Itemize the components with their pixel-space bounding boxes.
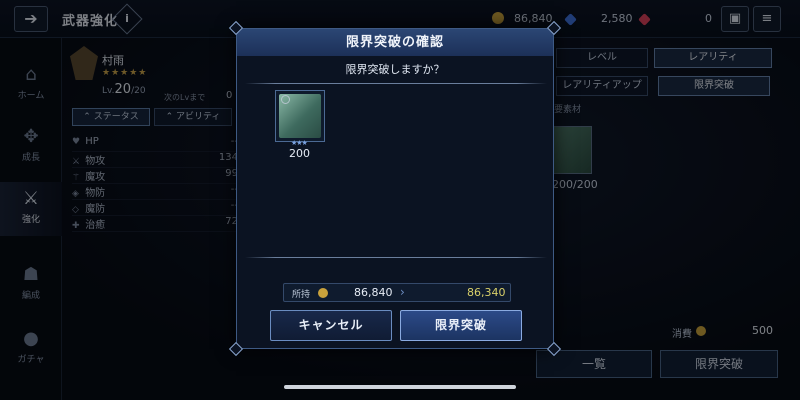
stat-row-heal: ✚ 治癒 72	[72, 216, 238, 232]
next-level-label: 次のLvまで	[164, 93, 206, 102]
staff-icon: ⚚	[72, 173, 81, 183]
page-title: 武器強化	[62, 14, 119, 29]
tab-rarity[interactable]: レアリティ	[654, 48, 772, 68]
item-count: 200	[289, 147, 310, 160]
home-icon: ⌂	[25, 64, 37, 85]
rarity-stars: ★★★★★	[102, 68, 148, 78]
red-crystal-icon	[638, 13, 651, 26]
menu-button[interactable]: ≡	[753, 6, 781, 32]
nav-label: ホーム	[17, 91, 45, 101]
tab-rarity-up[interactable]: レアリティアップ	[556, 76, 648, 96]
weapon-emblem-icon	[70, 46, 98, 80]
growth-icon: ✥	[23, 126, 39, 147]
home-indicator[interactable]	[284, 385, 516, 389]
stat-row-matk: ⚚ 魔攻 99	[72, 168, 238, 184]
magic-shield-icon: ◇	[72, 205, 79, 215]
sword-stat-icon: ⚔	[72, 157, 81, 167]
red-crystal-currency: 0	[638, 12, 712, 26]
nav-item-party[interactable]: ☗ 編成	[0, 258, 62, 312]
nav-label: ガチャ	[17, 355, 45, 365]
gold-currency: 86,840	[492, 12, 553, 25]
ring-icon	[281, 95, 290, 104]
material-label: 要素材	[554, 105, 582, 115]
confirm-dialog: 限界突破の確認 限界突破しますか？ ★★★ 200 所持 86,840 › 86…	[236, 28, 554, 349]
cost-label: 消費	[672, 329, 692, 340]
tab-status[interactable]: ⌃ ステータス	[72, 108, 150, 126]
crystal-amount: 2,580	[601, 12, 633, 25]
back-button[interactable]: ➔	[14, 6, 48, 32]
material-item[interactable]	[275, 90, 325, 142]
limit-break-button[interactable]: 限界突破	[660, 350, 778, 378]
gold-coin-icon	[318, 288, 328, 298]
nav-item-gacha[interactable]: ● ガチャ	[0, 322, 62, 376]
owned-after: 86,340	[467, 286, 506, 299]
stat-row-hp: ♥ HP --	[72, 136, 238, 152]
weapon-name: 村雨	[102, 54, 124, 67]
bag-icon: ▣	[728, 11, 742, 26]
material-thumbnail[interactable]	[552, 126, 592, 174]
cost-value: 500	[752, 324, 773, 337]
nav-item-enhance[interactable]: ⚔ 強化	[0, 182, 62, 236]
stat-row-pdef: ◈ 物防 --	[72, 184, 238, 200]
shield-icon: ◈	[72, 189, 79, 199]
stat-row-patk: ⚔ 物攻 134	[72, 152, 238, 168]
nav-label: 成長	[21, 153, 40, 163]
item-rarity-stars: ★★★	[291, 139, 308, 147]
weapon-level: Lv.20/20	[102, 82, 146, 97]
menu-icon: ≡	[761, 11, 773, 26]
nav-item-growth[interactable]: ✥ 成長	[0, 120, 62, 174]
crystal-currency: 2,580	[564, 12, 633, 26]
dialog-question: 限界突破しますか？	[345, 63, 445, 76]
stat-row-mdef: ◇ 魔防 --	[72, 200, 238, 216]
sword-icon: ⚔	[22, 188, 40, 209]
owned-gold-bar: 所持 86,840 › 86,340	[283, 283, 511, 302]
gold-coin-icon	[696, 326, 706, 336]
heal-icon: ✚	[72, 221, 80, 231]
dialog-title: 限界突破の確認	[237, 29, 553, 56]
back-arrow-icon: ➔	[24, 9, 38, 28]
divider	[245, 257, 547, 258]
chevron-right-icon: ›	[400, 285, 405, 299]
owned-label: 所持	[292, 290, 311, 300]
tab-ability[interactable]: ⌃ アビリティ	[154, 108, 232, 126]
heart-icon: ♥	[72, 137, 81, 147]
tab-limit-break[interactable]: 限界突破	[658, 76, 770, 96]
nav-label: 強化	[21, 215, 40, 225]
owned-current: 86,840	[354, 286, 393, 299]
material-count: 200/200	[552, 178, 598, 191]
nav-label: 編成	[21, 291, 40, 301]
bag-button[interactable]: ▣	[721, 6, 749, 32]
confirm-limit-break-button[interactable]: 限界突破	[400, 310, 522, 341]
gacha-icon: ●	[23, 328, 39, 349]
gold-amount: 86,840	[514, 12, 553, 25]
red-crystal-amount: 0	[705, 12, 712, 25]
nav-item-home[interactable]: ⌂ ホーム	[0, 58, 62, 112]
tab-level[interactable]: レベル	[556, 48, 648, 68]
next-level-value: 0	[226, 90, 233, 101]
cancel-button[interactable]: キャンセル	[270, 310, 392, 341]
party-icon: ☗	[22, 264, 40, 285]
info-button[interactable]: i	[111, 3, 143, 35]
divider	[245, 83, 547, 84]
character-panel: 村雨 ★★★★★ Lv.20/20 次のLvまで 0 ⌃ ステータス ⌃ アビリ…	[66, 40, 238, 290]
side-navigation: ⌂ ホーム ✥ 成長 ⚔ 強化 ☗ 編成 ● ガチャ	[0, 38, 62, 400]
info-icon: i	[125, 12, 129, 25]
gold-coin-icon	[492, 12, 504, 24]
blue-crystal-icon	[564, 13, 577, 26]
